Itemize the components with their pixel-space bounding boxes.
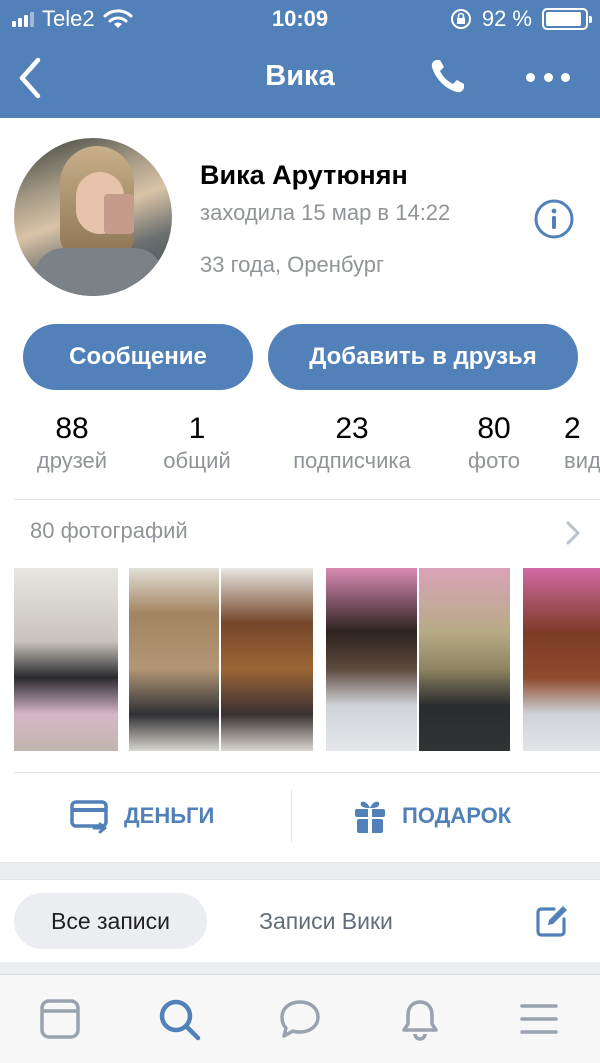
counter-number: 2 [564, 412, 581, 445]
tab-own-posts[interactable]: Записи Вики [226, 893, 426, 949]
photo-thumbnail[interactable] [221, 568, 313, 751]
messages-icon[interactable] [278, 997, 322, 1041]
top-bar: Tele2 10:09 92 % Вика [0, 0, 600, 118]
orientation-lock-icon [450, 9, 471, 29]
photo-thumbnail[interactable] [523, 568, 600, 751]
profile-name: Вика Арутюнян [200, 160, 408, 190]
search-icon[interactable] [157, 997, 201, 1041]
status-right: 92 % [450, 6, 592, 32]
money-label: ДЕНЬГИ [124, 803, 215, 828]
chevron-right-icon[interactable] [564, 520, 582, 546]
photo-thumbnail[interactable] [419, 568, 510, 751]
menu-icon[interactable] [517, 997, 561, 1041]
notifications-icon[interactable] [398, 997, 442, 1041]
money-button[interactable]: ДЕНЬГИ [70, 796, 214, 836]
battery-percent: 92 % [481, 6, 532, 31]
avatar[interactable] [14, 138, 172, 296]
counter-number: 80 [477, 412, 511, 445]
gift-icon [355, 801, 385, 833]
counter-number: 23 [335, 412, 369, 445]
counter-label: вид [564, 448, 600, 473]
counter-number: 88 [55, 412, 89, 445]
divider [14, 499, 600, 500]
counters-row: 88 друзей 1 общий 23 подписчика 80 фото … [0, 412, 600, 482]
message-button[interactable]: Сообщение [23, 324, 253, 390]
news-icon[interactable] [38, 997, 82, 1041]
section-gap [0, 962, 600, 974]
counter-friends[interactable]: 88 друзей [22, 412, 122, 474]
nav-bar: Вика [0, 40, 600, 118]
age-location: 33 года, Оренбург [200, 252, 385, 277]
divider [14, 772, 600, 773]
counter-followers[interactable]: 23 подписчика [272, 412, 432, 474]
gift-button[interactable]: ПОДАРОК [352, 796, 511, 836]
gift-label: ПОДАРОК [402, 803, 512, 828]
card-transfer-icon [70, 800, 108, 834]
phone-icon[interactable] [428, 56, 468, 96]
counter-label: друзей [36, 448, 108, 473]
photo-thumbnail[interactable] [14, 568, 118, 751]
counter-label: подписчика [293, 448, 411, 473]
battery-icon [542, 8, 592, 30]
counter-number: 1 [188, 412, 206, 445]
counter-label: общий [163, 448, 231, 473]
counter-label: фото [468, 448, 520, 473]
counter-photos[interactable]: 80 фото [456, 412, 532, 474]
counter-videos[interactable]: 2 вид [564, 412, 600, 474]
counter-mutual[interactable]: 1 общий [148, 412, 246, 474]
bottom-tab-bar [0, 974, 600, 1063]
edit-icon[interactable] [534, 903, 570, 939]
tab-all-posts[interactable]: Все записи [14, 893, 207, 949]
last-seen: заходила 15 мар в 14:22 [200, 200, 451, 225]
page-title: Вика [265, 60, 335, 92]
status-bar: Tele2 10:09 92 % [0, 0, 600, 40]
section-gap [0, 862, 600, 880]
divider [291, 790, 292, 842]
add-friend-button[interactable]: Добавить в друзья [268, 324, 578, 390]
more-dots-icon[interactable] [526, 70, 570, 84]
photos-header[interactable]: 80 фотографий [30, 518, 188, 544]
photo-thumbnail[interactable] [129, 568, 219, 751]
info-icon[interactable] [533, 198, 575, 240]
photo-thumbnail[interactable] [326, 568, 417, 751]
